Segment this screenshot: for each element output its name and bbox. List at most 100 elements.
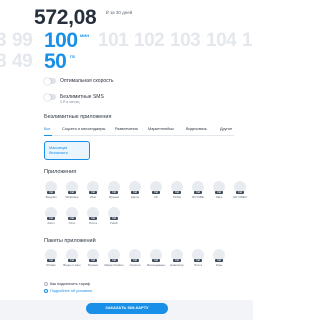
gb-picker[interactable]: 8 49 50 ГБ	[0, 50, 253, 74]
pack-price-badge: 0 ₽	[215, 259, 223, 263]
minutes-option[interactable]: 1	[242, 30, 253, 52]
minutes-option[interactable]: 99	[12, 30, 33, 52]
pack-name: Мессенджеры	[146, 263, 166, 267]
card-line: Максимум	[49, 146, 68, 150]
how-it-works-link[interactable]: Как подключить тариф	[44, 282, 90, 286]
app-tile[interactable]: 0 ₽ Okko	[212, 181, 226, 203]
pack-price-badge: 0 ₽	[152, 259, 160, 263]
app-tile[interactable]: 0 ₽ Twitch	[107, 207, 121, 229]
app-name: HD VIDEO	[233, 195, 247, 199]
minutes-unit: МИН	[80, 33, 90, 38]
app-price-badge: 0 ₽	[215, 191, 223, 195]
minutes-option[interactable]: 102	[134, 30, 165, 52]
terms-link[interactable]: Подробнее об условиях	[44, 289, 92, 293]
app-price-badge: 0 ₽	[152, 191, 160, 195]
optimal-speed-label: Оптимальная скорость	[60, 78, 114, 84]
app-tile[interactable]: 0 ₽ Telegram	[44, 181, 58, 203]
packs-section-title: Пакеты приложений	[44, 238, 96, 244]
app-name: Zoom	[47, 221, 55, 225]
tab-all[interactable]: Все	[44, 127, 51, 131]
tab-entertainment[interactable]: Развлечения	[115, 127, 138, 131]
pack-name: Игры	[215, 263, 223, 267]
tariff-price: 572,08	[34, 6, 97, 29]
pack-tile[interactable]: 0 ₽ Игры	[212, 249, 226, 271]
app-name: Карты	[131, 195, 139, 199]
pack-name: Облако	[46, 263, 56, 267]
order-sim-button[interactable]: ЗАКАЗАТЬ SIM-КАРТУ	[86, 303, 168, 314]
app-name: Музыка	[109, 195, 119, 199]
minutes-option[interactable]: 101	[98, 30, 129, 52]
app-price-badge: 0 ₽	[110, 217, 118, 221]
app-name: Twitch	[110, 221, 118, 225]
pack-tile[interactable]: 0 ₽ Видео и кино	[63, 249, 81, 271]
minutes-picker[interactable]: 3 99 100 МИН 101 102 103 104 1	[0, 29, 253, 52]
app-tile[interactable]: 0 ₽ Почта	[86, 207, 100, 229]
pack-name: Музыка	[88, 263, 98, 267]
pack-name: Соцсети	[129, 263, 141, 267]
app-price-badge: 0 ₽	[89, 217, 97, 221]
app-name: VK	[154, 195, 158, 199]
pack-tile[interactable]: 0 ₽ Мессенджеры	[146, 249, 166, 271]
app-name: Okko	[215, 195, 223, 199]
terms-text: Подробнее об условиях	[50, 289, 93, 293]
card-line: безлимита	[49, 151, 68, 155]
app-name: TikTok	[173, 195, 181, 199]
pack-price-badge: 0 ₽	[194, 259, 202, 263]
pack-price-badge: 0 ₽	[68, 259, 76, 263]
pack-tile[interactable]: 0 ₽ Соцсети	[128, 249, 142, 271]
pack-tile[interactable]: 0 ₽ Музыка	[86, 249, 100, 271]
app-tile[interactable]: 0 ₽ RUTUBE	[191, 181, 205, 203]
app-tile[interactable]: 0 ₽ Viber	[86, 181, 100, 203]
optimal-speed-toggle[interactable]	[44, 77, 56, 85]
active-tab-indicator	[44, 134, 52, 136]
tab-other[interactable]: Другое	[220, 127, 232, 131]
app-price-badge: 0 ₽	[236, 191, 244, 195]
pack-tile[interactable]: 0 ₽ Навигатор	[170, 249, 184, 271]
tab-social[interactable]: Соцсети и мессенджеры	[62, 127, 105, 131]
pack-name: Маркетплейсы	[104, 263, 124, 267]
app-price-badge: 0 ₽	[110, 191, 118, 195]
price-period-note: ₽ за 30 дней	[106, 10, 133, 15]
app-name: Ozon	[68, 221, 76, 225]
app-price-badge: 0 ₽	[47, 191, 55, 195]
pack-name: Навигатор	[170, 263, 184, 267]
minutes-partial-value[interactable]: 3	[0, 30, 7, 52]
app-tile[interactable]: 0 ₽ HD VIDEO	[233, 181, 247, 203]
gb-selected-value[interactable]: 50	[44, 50, 67, 74]
app-tile[interactable]: 0 ₽ WhatsApp	[65, 181, 79, 203]
app-tile[interactable]: 0 ₽ Музыка	[107, 181, 121, 203]
pack-tile[interactable]: 0 ₽ Почта	[191, 249, 205, 271]
pack-price-badge: 0 ₽	[131, 259, 139, 263]
tab-marketplaces[interactable]: Маркетплейсы	[148, 127, 174, 131]
pack-tile[interactable]: 0 ₽ Маркетплейсы	[104, 249, 124, 271]
pack-price-badge: 0 ₽	[173, 259, 181, 263]
app-name: Telegram	[45, 195, 57, 199]
app-tile[interactable]: 0 ₽ Карты	[128, 181, 142, 203]
app-price-badge: 0 ₽	[68, 191, 76, 195]
gb-partial-value[interactable]: 8	[0, 51, 7, 73]
app-price-badge: 0 ₽	[131, 191, 139, 195]
app-name: WhatsApp	[65, 195, 79, 199]
app-price-badge: 0 ₽	[47, 217, 55, 221]
minutes-option[interactable]: 104	[206, 30, 237, 52]
pack-price-badge: 0 ₽	[110, 259, 118, 263]
document-icon	[44, 289, 48, 293]
app-name: RUTUBE	[192, 195, 204, 199]
gb-option[interactable]: 49	[12, 51, 33, 73]
max-unlimited-card[interactable]: Максимум безлимита	[44, 141, 90, 160]
pack-name: Видео и кино	[63, 263, 81, 267]
tabs-divider	[44, 135, 234, 136]
app-tile[interactable]: 0 ₽ Ozon	[65, 207, 79, 229]
app-tile[interactable]: 0 ₽ Zoom	[44, 207, 58, 229]
app-price-badge: 0 ₽	[173, 191, 181, 195]
unlimited-sms-price: 0 ₽ в месяц	[60, 100, 80, 104]
unlimited-sms-toggle[interactable]	[44, 93, 56, 101]
tab-video[interactable]: Видеосвязь	[186, 127, 207, 131]
app-tile[interactable]: 0 ₽ VK	[149, 181, 163, 203]
app-tile[interactable]: 0 ₽ TikTok	[170, 181, 184, 203]
info-icon	[44, 282, 48, 286]
app-name: Почта	[89, 221, 97, 225]
pack-name: Почта	[194, 263, 202, 267]
minutes-option[interactable]: 103	[170, 30, 201, 52]
pack-tile[interactable]: 0 ₽ Облако	[44, 249, 58, 271]
